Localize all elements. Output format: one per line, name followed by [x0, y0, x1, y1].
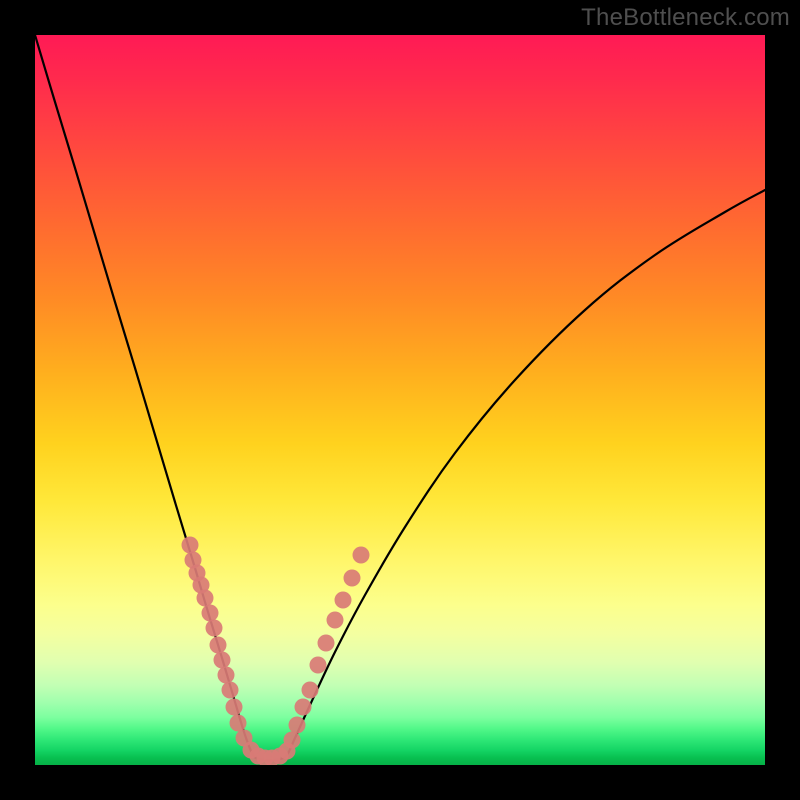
marker-dot: [218, 667, 235, 684]
marker-dot: [353, 547, 370, 564]
marker-dot: [289, 717, 306, 734]
marker-dot: [318, 635, 335, 652]
plot-area: [35, 35, 765, 765]
chart-frame: TheBottleneck.com: [0, 0, 800, 800]
marker-dot: [226, 699, 243, 716]
marker-dot: [344, 570, 361, 587]
marker-dot: [335, 592, 352, 609]
marker-dot: [284, 732, 301, 749]
marker-dot: [197, 590, 214, 607]
marker-dot: [182, 537, 199, 554]
chart-svg: [35, 35, 765, 765]
curve-lines: [35, 35, 765, 760]
marker-dot: [310, 657, 327, 674]
marker-dot: [206, 620, 223, 637]
marker-dot: [327, 612, 344, 629]
marker-dot: [295, 699, 312, 716]
marker-dot: [210, 637, 227, 654]
marker-dot: [222, 682, 239, 699]
marker-dot: [214, 652, 231, 669]
marker-points: [182, 537, 370, 766]
marker-dot: [230, 715, 247, 732]
bottleneck-curve: [35, 35, 765, 760]
watermark-text: TheBottleneck.com: [581, 4, 790, 32]
marker-dot: [302, 682, 319, 699]
marker-dot: [202, 605, 219, 622]
